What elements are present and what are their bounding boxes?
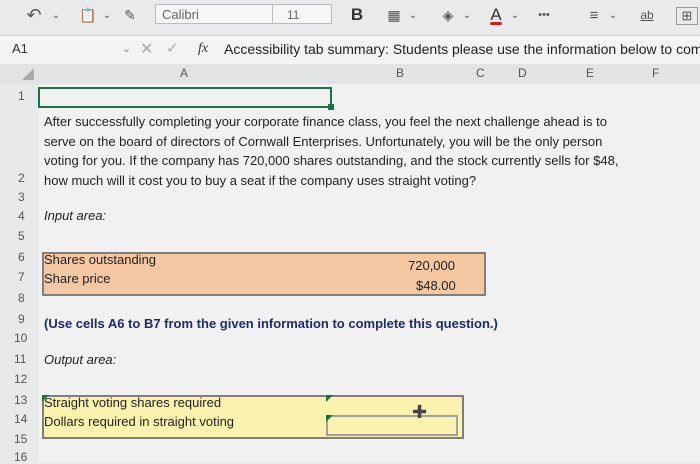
straight-voting-shares-label[interactable]: Straight voting shares required [44, 395, 221, 410]
row-header[interactable]: 9 [18, 312, 25, 326]
font-color-button[interactable]: A [484, 4, 508, 26]
row-header[interactable]: 16 [14, 450, 27, 464]
row-header[interactable]: 11 [14, 352, 26, 366]
select-all-icon[interactable] [22, 68, 34, 80]
cursor-cross-icon: ✚ [412, 402, 428, 422]
selected-cell-a1[interactable] [38, 87, 332, 108]
row-header[interactable]: 8 [18, 291, 25, 305]
fill-dropdown-icon[interactable]: ⌄ [460, 4, 474, 26]
formula-content[interactable]: Accessibility tab summary: Students plea… [224, 41, 700, 57]
fx-icon[interactable]: fx [198, 41, 208, 57]
column-header-a[interactable]: A [180, 66, 188, 80]
merge-icon[interactable]: ⊞ [676, 7, 698, 25]
row-header[interactable]: 7 [18, 270, 25, 284]
column-header-b[interactable]: B [396, 66, 404, 80]
ribbon-toolbar: ↶ ⌄ 📋 ⌄ ✎ Calibri 11 B ▦ ⌄ ◈ ⌄ A ⌄ ••• ≡… [0, 0, 700, 32]
share-price-label[interactable]: Share price [44, 271, 110, 286]
share-price-value[interactable]: $48.00 [416, 278, 456, 293]
fill-color-icon[interactable]: ◈ [436, 4, 460, 26]
fill-handle[interactable] [328, 104, 334, 110]
row-header[interactable]: 3 [18, 190, 25, 204]
column-header-d[interactable]: D [518, 66, 527, 80]
name-box-dropdown-icon[interactable]: ⌄ [122, 42, 131, 55]
shares-outstanding-value[interactable]: 720,000 [408, 258, 455, 273]
row-header[interactable]: 4 [18, 209, 25, 223]
row-header[interactable]: 14 [14, 412, 27, 426]
align-dropdown-icon[interactable]: ⌄ [606, 4, 620, 26]
align-icon[interactable]: ≡ [582, 4, 606, 26]
column-header-f[interactable]: F [652, 66, 659, 80]
column-header-c[interactable]: C [476, 66, 485, 80]
question-text[interactable]: After successfully completing your corpo… [44, 112, 624, 190]
shares-outstanding-label[interactable]: Shares outstanding [44, 252, 156, 267]
wrap-text-button[interactable]: ab [634, 4, 660, 26]
row-header[interactable]: 13 [14, 393, 27, 407]
borders-icon[interactable]: ▦ [382, 4, 406, 26]
undo-dropdown-icon[interactable]: ⌄ [48, 4, 64, 26]
enter-icon[interactable]: ✓ [166, 39, 179, 57]
output-area-label[interactable]: Output area: [44, 352, 116, 367]
name-box[interactable]: A1 [12, 41, 28, 56]
input-area-label[interactable]: Input area: [44, 208, 106, 223]
paste-dropdown-icon[interactable]: ⌄ [100, 4, 114, 26]
row-header[interactable]: 2 [18, 171, 25, 185]
format-painter-icon[interactable]: ✎ [118, 4, 142, 26]
font-name-select[interactable]: Calibri [155, 4, 273, 24]
borders-dropdown-icon[interactable]: ⌄ [406, 4, 420, 26]
column-header-e[interactable]: E [586, 66, 594, 80]
cancel-icon[interactable]: ✕ [140, 39, 153, 59]
bold-button[interactable]: B [345, 4, 369, 26]
comment-flag-icon [326, 395, 333, 402]
instruction-text[interactable]: (Use cells A6 to B7 from the given infor… [44, 316, 498, 331]
output-cell-b14[interactable] [326, 415, 458, 436]
row-headers: 1 2 3 4 5 6 7 8 9 10 11 12 13 14 15 16 [0, 84, 38, 464]
formula-bar: A1 ⌄ ✕ ✓ fx Accessibility tab summary: S… [0, 35, 700, 65]
font-color-dropdown-icon[interactable]: ⌄ [508, 4, 522, 26]
comment-flag-icon [326, 415, 333, 422]
row-header[interactable]: 1 [18, 89, 25, 103]
undo-icon[interactable]: ↶ [20, 4, 48, 26]
more-button[interactable]: ••• [530, 4, 558, 26]
row-header[interactable]: 15 [14, 432, 27, 446]
font-size-select[interactable]: 11 [272, 4, 332, 24]
column-headers: A B C D E F [0, 64, 700, 85]
row-header[interactable]: 5 [18, 229, 25, 243]
row-header[interactable]: 10 [14, 331, 27, 345]
row-header[interactable]: 6 [18, 250, 25, 264]
row-header[interactable]: 12 [14, 372, 27, 386]
paste-icon[interactable]: 📋 [76, 4, 100, 26]
dollars-required-label[interactable]: Dollars required in straight voting [44, 414, 234, 429]
